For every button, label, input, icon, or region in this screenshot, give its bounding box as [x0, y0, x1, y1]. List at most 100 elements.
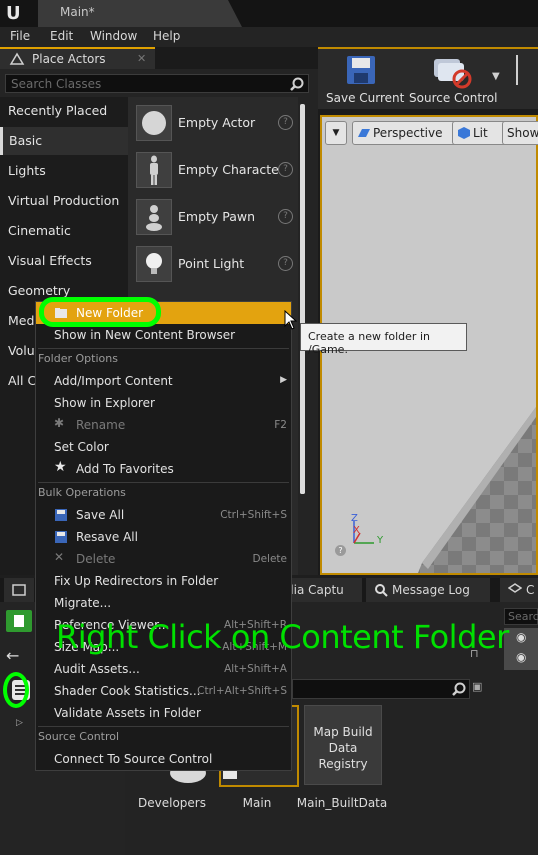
menu-label: Show in New Content Browser [54, 328, 236, 342]
add-new-button[interactable] [6, 610, 32, 632]
menu-shortcut: Ctrl+Alt+Shift+S [197, 685, 287, 697]
menu-shader-cook-statistics[interactable]: Shader Cook Statistics... Ctrl+Alt+Shift… [36, 680, 291, 702]
pawn-icon [136, 199, 172, 235]
menu-label: Shader Cook Statistics... [54, 684, 201, 698]
layers-list: ◉ ◉ [504, 628, 538, 670]
mouse-cursor-icon [284, 310, 298, 330]
save-current-button[interactable]: Save Current [326, 91, 404, 105]
category-recently-placed[interactable]: Recently Placed [0, 97, 128, 125]
menu-edit[interactable]: Edit [50, 29, 73, 43]
perspective-label: Perspective [373, 126, 443, 140]
menu-label: Show in Explorer [54, 396, 155, 410]
menu-connect-source-control[interactable]: Connect To Source Control [36, 748, 291, 770]
section-folder-options: Folder Options [38, 352, 118, 365]
tab-main[interactable]: Main* [38, 0, 242, 27]
asset-search-icon[interactable] [452, 682, 466, 696]
category-basic[interactable]: Basic [0, 127, 128, 155]
help-icon[interactable]: ? [278, 115, 293, 130]
menu-validate-assets[interactable]: Validate Assets in Folder [36, 702, 291, 724]
unreal-logo-icon[interactable]: U [6, 4, 26, 24]
light-bulb-icon [136, 246, 172, 282]
menu-show-in-content-browser[interactable]: Show in New Content Browser [36, 324, 291, 346]
layers-icon [508, 583, 522, 593]
menu-label: Delete [76, 552, 116, 566]
character-icon [136, 152, 172, 188]
tab-media-capture-label: dia Captu [286, 583, 344, 597]
help-icon[interactable]: ? [278, 209, 293, 224]
category-cinematic[interactable]: Cinematic [0, 217, 128, 245]
menu-shortcut: F2 [274, 419, 287, 431]
menu-add-to-favorites[interactable]: ★ Add To Favorites [36, 458, 291, 480]
viewport-options-button[interactable]: ▼ [325, 121, 347, 145]
axis-x-label: X [353, 525, 360, 536]
content-browser-icon [12, 584, 26, 596]
menu-set-color[interactable]: Set Color [36, 436, 291, 458]
actor-label: Empty Actor [178, 115, 256, 130]
actor-label: Point Light [178, 256, 245, 271]
menu-rename[interactable]: ✱ Rename F2 [36, 414, 291, 436]
actor-label: Empty Characte [178, 162, 279, 177]
search-classes-input[interactable]: Search Classes [5, 74, 309, 93]
modes-icon[interactable] [516, 55, 518, 85]
menu-label: Add To Favorites [76, 462, 174, 476]
tab-message-log-label: Message Log [392, 583, 470, 597]
place-actors-tab[interactable]: Place Actors ✕ [0, 47, 155, 69]
menu-help[interactable]: Help [153, 29, 180, 43]
menu-add-import[interactable]: Add/Import Content ▶ [36, 370, 291, 392]
category-virtual-production[interactable]: Virtual Production [0, 187, 128, 215]
menu-fix-redirectors[interactable]: Fix Up Redirectors in Folder [36, 570, 291, 592]
source-control-button[interactable]: Source Control [409, 91, 497, 105]
menu-delete[interactable]: ✕ Delete Delete [36, 548, 291, 570]
close-icon[interactable]: ✕ [137, 52, 146, 65]
asset-main-builtdata[interactable]: Map Build Data Registry [304, 705, 382, 785]
tab-content-browser[interactable] [4, 578, 34, 602]
menu-shortcut: Delete [252, 553, 288, 565]
layers-search-input[interactable]: Searc [504, 608, 538, 625]
message-log-icon [375, 584, 388, 597]
menu-separator [38, 726, 289, 727]
rename-icon: ✱ [54, 416, 65, 430]
section-source-control: Source Control [38, 730, 120, 743]
menu-label: Save All [76, 508, 125, 522]
highlight-ring [39, 297, 161, 327]
perspective-icon [358, 129, 370, 137]
layers-search-placeholder: Searc [508, 610, 538, 623]
eye-icon[interactable]: ◉ [516, 650, 526, 664]
submenu-arrow-icon: ▶ [280, 375, 287, 385]
actor-label: Empty Pawn [178, 209, 256, 224]
back-arrow-icon[interactable]: ← [6, 646, 19, 665]
tab-media-capture[interactable]: dia Captu [280, 578, 362, 602]
save-icon [55, 509, 67, 521]
perspective-button[interactable]: Perspective [352, 121, 466, 145]
menu-shortcut: Alt+Shift+A [224, 663, 287, 675]
asset-label: Main [242, 796, 272, 810]
actor-empty-pawn[interactable]: Empty Pawn ? [136, 199, 296, 235]
menu-show-in-explorer[interactable]: Show in Explorer [36, 392, 291, 414]
actor-empty-character[interactable]: Empty Characte ? [136, 152, 296, 188]
actor-point-light[interactable]: Point Light ? [136, 246, 296, 282]
menu-migrate[interactable]: Migrate... [36, 592, 291, 614]
menu-file[interactable]: File [10, 29, 30, 43]
search-icon[interactable] [290, 77, 304, 91]
viewport-help-icon[interactable]: ? [335, 545, 346, 556]
tab-message-log[interactable]: Message Log [366, 578, 490, 602]
actor-empty-actor[interactable]: Empty Actor ? [136, 105, 296, 141]
tutorial-caption: Right Click on Content Folder [56, 618, 509, 656]
eye-icon[interactable]: ◉ [516, 630, 526, 644]
save-icon [55, 531, 67, 543]
category-lights[interactable]: Lights [0, 157, 128, 185]
help-icon[interactable]: ? [278, 162, 293, 177]
tab-right[interactable]: C [500, 578, 538, 602]
help-icon[interactable]: ? [278, 256, 293, 271]
menu-save-all[interactable]: Save All Ctrl+Shift+S [36, 504, 291, 526]
asset-search-input[interactable] [292, 679, 470, 699]
dropdown-arrow-icon[interactable]: ▼ [492, 71, 500, 82]
menu-audit-assets[interactable]: Audit Assets... Alt+Shift+A [36, 658, 291, 680]
menu-resave-all[interactable]: Resave All [36, 526, 291, 548]
show-button[interactable]: Show [502, 121, 538, 145]
new-folder-tooltip: Create a new folder in /Game. [300, 323, 467, 356]
save-search-icon[interactable]: ▣ [472, 680, 482, 693]
expand-arrow-icon[interactable]: ▷ [16, 718, 23, 728]
category-visual-effects[interactable]: Visual Effects [0, 247, 128, 275]
menu-window[interactable]: Window [90, 29, 137, 43]
